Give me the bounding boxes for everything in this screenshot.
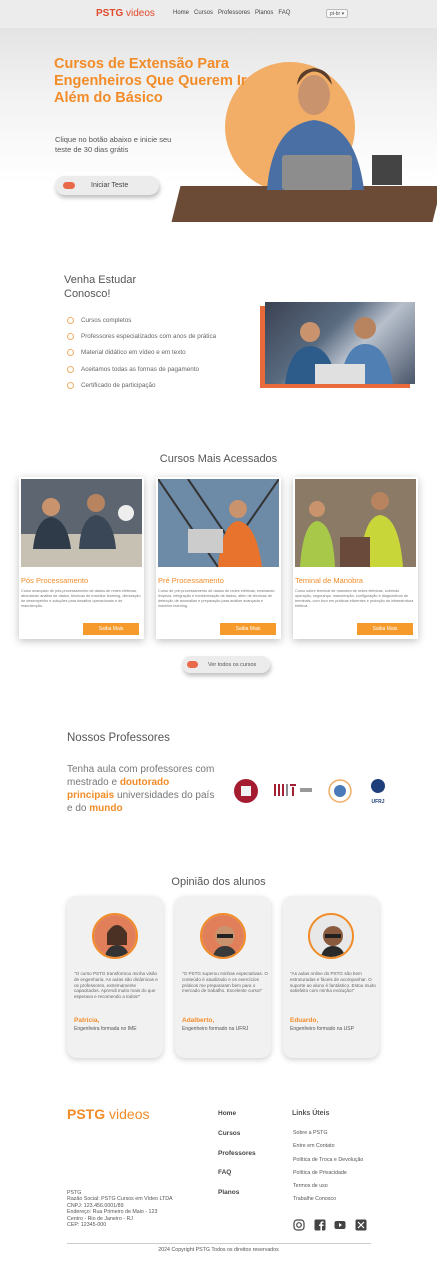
footer-link[interactable]: Sobre a PSTG xyxy=(293,1130,363,1143)
course-image xyxy=(21,479,142,567)
why-item: Professores especializados com anos de p… xyxy=(67,332,216,341)
footer-logo[interactable]: PSTG videos xyxy=(67,1106,149,1122)
copyright: 2024 Copyright PSTG Todos os direitos re… xyxy=(158,1247,279,1253)
testimonial-card: "As aulas online do PSTG são bem estrutu… xyxy=(283,896,379,1058)
ufrj-logo: UFRJ xyxy=(368,778,388,805)
bullet-circle-icon xyxy=(67,365,74,373)
mit-logo xyxy=(274,784,312,796)
avatar xyxy=(308,913,354,959)
why-title: Venha Estudar Conosco! xyxy=(64,274,137,300)
testimonials-title: Opinião dos alunos xyxy=(171,876,266,888)
start-trial-label: Iniciar Teste xyxy=(91,182,129,189)
footer-link-home[interactable]: Home xyxy=(218,1110,256,1130)
top-nav: PSTG videos Home Cursos Professores Plan… xyxy=(0,0,437,28)
testimonial-name: Eduardo, xyxy=(290,1017,319,1024)
hero-title: Cursos de Extensão Para Engenheiros Que … xyxy=(54,56,247,106)
course-card: Pré Processamento Curso de pré-processam… xyxy=(156,477,281,639)
saiba-mais-button[interactable]: Saiba Mais xyxy=(220,623,276,635)
facebook-icon[interactable] xyxy=(314,1219,326,1231)
testimonial-name: Patrícia, xyxy=(74,1017,100,1024)
courses-title: Cursos Mais Acessados xyxy=(159,453,278,465)
bullet-circle-icon xyxy=(67,349,74,357)
footer-link[interactable]: Entre em Contato xyxy=(293,1143,363,1156)
useful-links-title: Links Úteis xyxy=(292,1110,330,1117)
saiba-mais-button[interactable]: Saiba Mais xyxy=(83,623,139,635)
footer-link[interactable]: Política de Privacidade xyxy=(293,1170,363,1183)
why-item: Aceitamos todas as formas de pagamento xyxy=(67,365,216,374)
nav-link-faq[interactable]: FAQ xyxy=(278,10,290,16)
usp-logo xyxy=(328,779,352,803)
course-title: Teminal de Manobra xyxy=(295,576,363,585)
testimonial-card: "O PSTG superou minhas expectativas. O c… xyxy=(175,896,271,1058)
testimonial-role: Engenheira formada no IME xyxy=(74,1026,137,1032)
button-dot-icon xyxy=(187,661,198,668)
professors-text: Tenha aula com professores com mestrado … xyxy=(67,764,215,814)
course-card: Pós Processamento Curso avançado de pós-… xyxy=(19,477,144,639)
nav-links: Home Cursos Professores Planos FAQ xyxy=(173,10,290,16)
why-list: Cursos completos Professores especializa… xyxy=(67,316,216,397)
logo[interactable]: PSTG videos xyxy=(96,8,155,19)
course-image xyxy=(295,479,416,567)
testimonial-quote: "O curso PSTG transformou minha visão de… xyxy=(74,971,158,1000)
avatar xyxy=(92,913,138,959)
nav-link-home[interactable]: Home xyxy=(173,10,189,16)
why-item: Material didático em vídeo e em texto xyxy=(67,348,216,357)
saiba-mais-button[interactable]: Saiba Mais xyxy=(357,623,413,635)
nav-link-planos[interactable]: Planos xyxy=(255,10,273,16)
testimonial-quote: "O PSTG superou minhas expectativas. O c… xyxy=(182,971,268,994)
course-desc: Curso de pré-processamento de dados de r… xyxy=(158,589,275,608)
bullet-circle-icon xyxy=(67,333,74,341)
useful-links: Sobre a PSTG Entre em Contato Política d… xyxy=(293,1130,363,1210)
course-desc: Curso avançado de pós-processamento de d… xyxy=(21,589,141,608)
footer-link[interactable]: Trabalhe Conosco xyxy=(293,1196,363,1209)
course-title: Pré Processamento xyxy=(158,576,224,585)
testimonial-card: "O curso PSTG transformou minha visão de… xyxy=(67,896,163,1058)
company-info: PSTG Razão Social: PSTG Cursos em Vídeo … xyxy=(67,1190,173,1229)
professors-title: Nossos Professores xyxy=(67,732,170,744)
testimonial-role: Engenheiro formado na UFRJ xyxy=(182,1026,249,1032)
hero-engineer-image xyxy=(267,68,402,190)
see-all-courses-button[interactable]: Ver todos os cursos xyxy=(182,656,270,673)
why-item: Cursos completos xyxy=(67,316,216,325)
footer-link-cursos[interactable]: Cursos xyxy=(218,1130,256,1150)
footer-divider xyxy=(67,1243,371,1244)
hero-subtitle: Clique no botão abaixo e inicie seu test… xyxy=(55,135,172,154)
course-card: Teminal de Manobra Curso sobre terminal … xyxy=(293,477,418,639)
hero-desk-image xyxy=(171,186,437,222)
footer-link[interactable]: Termos de uso xyxy=(293,1183,363,1196)
instagram-icon[interactable] xyxy=(293,1219,305,1231)
testimonial-role: Engenheiro formado na USP xyxy=(290,1026,354,1032)
testimonial-name: Adalberto, xyxy=(182,1017,215,1024)
nav-link-cursos[interactable]: Cursos xyxy=(194,10,213,16)
footer-link-faq[interactable]: FAQ xyxy=(218,1169,256,1189)
bullet-circle-icon xyxy=(67,381,74,389)
youtube-icon[interactable] xyxy=(334,1219,346,1231)
footer-nav: Home Cursos Professores FAQ Planos xyxy=(218,1110,256,1209)
footer-link-professores[interactable]: Professores xyxy=(218,1150,256,1170)
harvard-logo xyxy=(234,779,258,803)
course-image xyxy=(158,479,279,567)
button-dot-icon xyxy=(63,182,75,189)
course-desc: Curso sobre terminal de manobra de redes… xyxy=(295,589,414,608)
course-title: Pós Processamento xyxy=(21,576,89,585)
x-icon[interactable] xyxy=(355,1219,367,1231)
testimonial-quote: "As aulas online do PSTG são bem estrutu… xyxy=(290,971,376,994)
nav-link-professores[interactable]: Professores xyxy=(218,10,250,16)
language-select[interactable]: pt-br ▾ xyxy=(326,9,348,18)
why-image xyxy=(260,302,416,388)
bullet-circle-icon xyxy=(67,317,74,324)
start-trial-button[interactable]: Iniciar Teste xyxy=(55,176,159,195)
footer-link[interactable]: Política de Troca e Devolução xyxy=(293,1157,363,1170)
footer-link-planos[interactable]: Planos xyxy=(218,1189,256,1209)
avatar xyxy=(200,913,246,959)
why-item: Certificado de participação xyxy=(67,381,216,390)
